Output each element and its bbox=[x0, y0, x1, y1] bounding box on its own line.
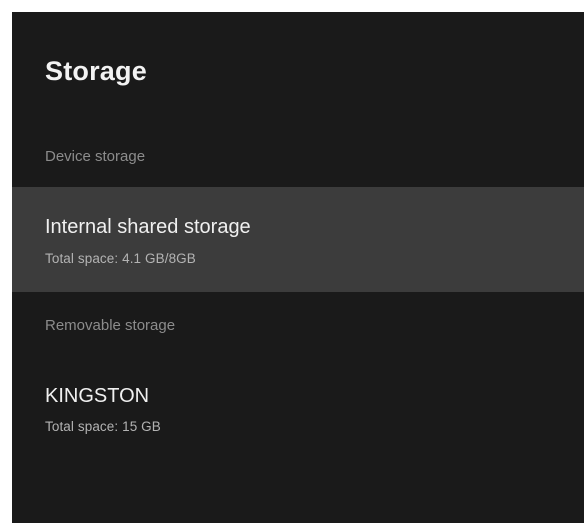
kingston-storage-item[interactable]: KINGSTON Total space: 15 GB bbox=[12, 357, 584, 462]
item-subtitle: Total space: 15 GB bbox=[45, 419, 161, 434]
settings-panel: Storage Device storage Internal shared s… bbox=[12, 12, 584, 523]
item-title: KINGSTON bbox=[45, 385, 150, 407]
section-header-device-storage: Device storage bbox=[45, 148, 146, 165]
internal-shared-storage-item[interactable]: Internal shared storage Total space: 4.1… bbox=[12, 187, 584, 292]
section-header-removable-storage: Removable storage bbox=[45, 317, 176, 334]
item-subtitle: Total space: 4.1 GB/8GB bbox=[45, 251, 196, 266]
page-title: Storage bbox=[45, 56, 147, 86]
item-title: Internal shared storage bbox=[45, 216, 251, 238]
